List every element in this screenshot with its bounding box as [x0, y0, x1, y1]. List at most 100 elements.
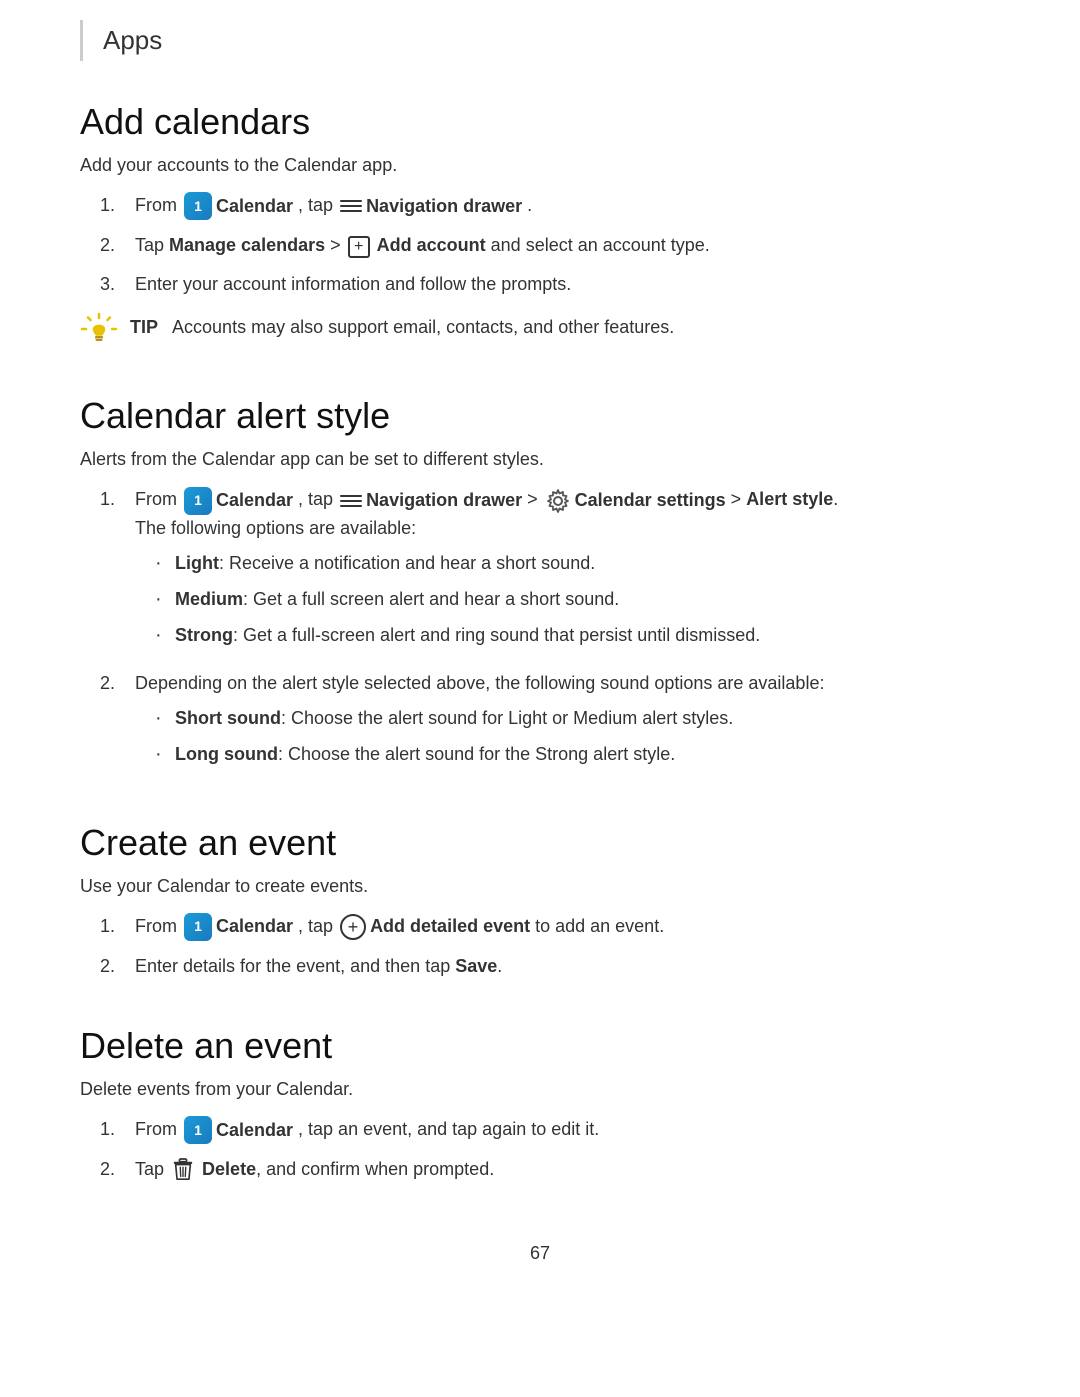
list-number: 2. [100, 1156, 135, 1183]
step-3-add-calendars: 3. Enter your account information and fo… [100, 271, 1000, 298]
nav-drawer-label: Navigation drawer [366, 193, 522, 220]
add-detailed-event-label: Add detailed event [370, 913, 530, 940]
create-step-2: 2. Enter details for the event, and then… [100, 953, 1000, 980]
nav-drawer-icon [340, 492, 362, 510]
long-sound-label: Long sound [175, 744, 278, 764]
list-content: From 1 Calendar , tap an event, and tap … [135, 1116, 1000, 1144]
bullet-light: · Light: Receive a notification and hear… [155, 550, 1000, 578]
add-calendars-steps: 1. From 1 Calendar , tap Navigation draw… [100, 192, 1000, 298]
tip-text: TIP Accounts may also support email, con… [130, 314, 674, 341]
step-2-add-calendars: 2. Tap Manage calendars > + Add account … [100, 232, 1000, 259]
alert-style-steps: 1. From 1 Calendar , tap Navigation draw… [100, 486, 1000, 776]
calendar-icon-wrap: 1 Calendar [182, 913, 293, 941]
list-number: 2. [100, 953, 135, 980]
trash-icon-wrap [171, 1157, 195, 1183]
bullet-medium: · Medium: Get a full screen alert and he… [155, 586, 1000, 614]
tip-label: TIP [130, 317, 158, 337]
bullet-dot: · [155, 584, 175, 614]
bullet-dot: · [155, 703, 175, 733]
delete-step-1: 1. From 1 Calendar , tap an event, and t… [100, 1116, 1000, 1144]
section-intro-calendar-alert: Alerts from the Calendar app can be set … [80, 449, 1000, 470]
section-calendar-alert-style: Calendar alert style Alerts from the Cal… [80, 395, 1000, 776]
page-title: Apps [103, 25, 162, 55]
list-content: Tap [135, 1156, 1000, 1183]
list-content: From 1 Calendar , tap Navigation drawer … [135, 192, 1000, 220]
add-account-icon: + [348, 236, 370, 258]
nav-drawer-wrap: Navigation drawer [338, 193, 522, 220]
list-number: 3. [100, 271, 135, 298]
section-add-calendars: Add calendars Add your accounts to the C… [80, 101, 1000, 350]
calendar-app-icon: 1 [184, 913, 212, 941]
alert-style-label: Alert style [746, 489, 833, 509]
tip-box: TIP Accounts may also support email, con… [80, 314, 1000, 350]
section-title-add-calendars: Add calendars [80, 101, 1000, 143]
add-event-wrap: + Add detailed event [338, 913, 530, 940]
bullet-long-sound: · Long sound: Choose the alert sound for… [155, 741, 1000, 769]
section-title-calendar-alert: Calendar alert style [80, 395, 1000, 437]
section-intro-delete-event: Delete events from your Calendar. [80, 1079, 1000, 1100]
bullet-text: Light: Receive a notification and hear a… [175, 550, 595, 577]
calendar-label: Calendar [216, 913, 293, 940]
section-intro-create-event: Use your Calendar to create events. [80, 876, 1000, 897]
list-content: Enter details for the event, and then ta… [135, 953, 1000, 980]
create-event-steps: 1. From 1 Calendar , tap + Add detailed … [100, 913, 1000, 980]
alert-options-list: · Light: Receive a notification and hear… [135, 550, 1000, 650]
create-step-1: 1. From 1 Calendar , tap + Add detailed … [100, 913, 1000, 941]
step-1-add-calendars: 1. From 1 Calendar , tap Navigation draw… [100, 192, 1000, 220]
add-account-label: Add account [377, 235, 486, 255]
calendar-icon-wrap: 1 Calendar [182, 487, 293, 515]
alert-step-2: 2. Depending on the alert style selected… [100, 670, 1000, 777]
list-number: 2. [100, 670, 135, 697]
calendar-app-icon: 1 [184, 487, 212, 515]
light-label: Light [175, 553, 219, 573]
list-number: 2. [100, 232, 135, 259]
delete-event-steps: 1. From 1 Calendar , tap an event, and t… [100, 1116, 1000, 1184]
list-content: Depending on the alert style selected ab… [135, 670, 1000, 777]
add-circle-icon: + [340, 914, 366, 940]
nav-drawer-icon [340, 197, 362, 215]
list-number: 1. [100, 913, 135, 940]
delete-label: Delete [202, 1159, 256, 1179]
page-header: Apps [80, 20, 1000, 61]
section-title-delete-event: Delete an event [80, 1025, 1000, 1067]
nav-drawer-wrap: Navigation drawer [338, 487, 522, 514]
settings-icon-wrap: Calendar settings [543, 487, 726, 514]
medium-label: Medium [175, 589, 243, 609]
list-number: 1. [100, 1116, 135, 1143]
section-title-create-event: Create an event [80, 822, 1000, 864]
calendar-settings-label: Calendar settings [575, 487, 726, 514]
list-content: Enter your account information and follo… [135, 271, 1000, 298]
bullet-text: Short sound: Choose the alert sound for … [175, 705, 733, 732]
trash-icon [172, 1158, 194, 1182]
bullet-strong: · Strong: Get a full-screen alert and ri… [155, 622, 1000, 650]
nav-drawer-label: Navigation drawer [366, 487, 522, 514]
calendar-app-icon: 1 [184, 192, 212, 220]
calendar-label: Calendar [216, 193, 293, 220]
sound-options-list: · Short sound: Choose the alert sound fo… [135, 705, 1000, 769]
list-content: From 1 Calendar , tap Navigation drawer … [135, 486, 1000, 657]
bullet-text: Strong: Get a full-screen alert and ring… [175, 622, 760, 649]
section-create-event: Create an event Use your Calendar to cre… [80, 822, 1000, 980]
bullet-dot: · [155, 548, 175, 578]
page-container: Apps Add calendars Add your accounts to … [0, 0, 1080, 1344]
list-content: Tap Manage calendars > + Add account and… [135, 232, 1000, 259]
alert-step-1: 1. From 1 Calendar , tap Navigation draw… [100, 486, 1000, 657]
tip-lightbulb-icon [80, 312, 118, 350]
bullet-text: Medium: Get a full screen alert and hear… [175, 586, 619, 613]
short-sound-label: Short sound [175, 708, 281, 728]
page-number: 67 [80, 1243, 1000, 1264]
bullet-dot: · [155, 620, 175, 650]
list-number: 1. [100, 192, 135, 219]
calendar-app-icon: 1 [184, 1116, 212, 1144]
calendar-icon-wrap: 1 Calendar [182, 192, 293, 220]
delete-step-2: 2. Tap [100, 1156, 1000, 1183]
manage-calendars-label: Manage calendars [169, 235, 325, 255]
bullet-text: Long sound: Choose the alert sound for t… [175, 741, 675, 768]
calendar-label: Calendar [216, 487, 293, 514]
bullet-short-sound: · Short sound: Choose the alert sound fo… [155, 705, 1000, 733]
strong-label: Strong [175, 625, 233, 645]
settings-gear-icon [545, 488, 571, 514]
list-number: 1. [100, 486, 135, 513]
bullet-dot: · [155, 739, 175, 769]
calendar-icon-wrap: 1 Calendar [182, 1116, 293, 1144]
